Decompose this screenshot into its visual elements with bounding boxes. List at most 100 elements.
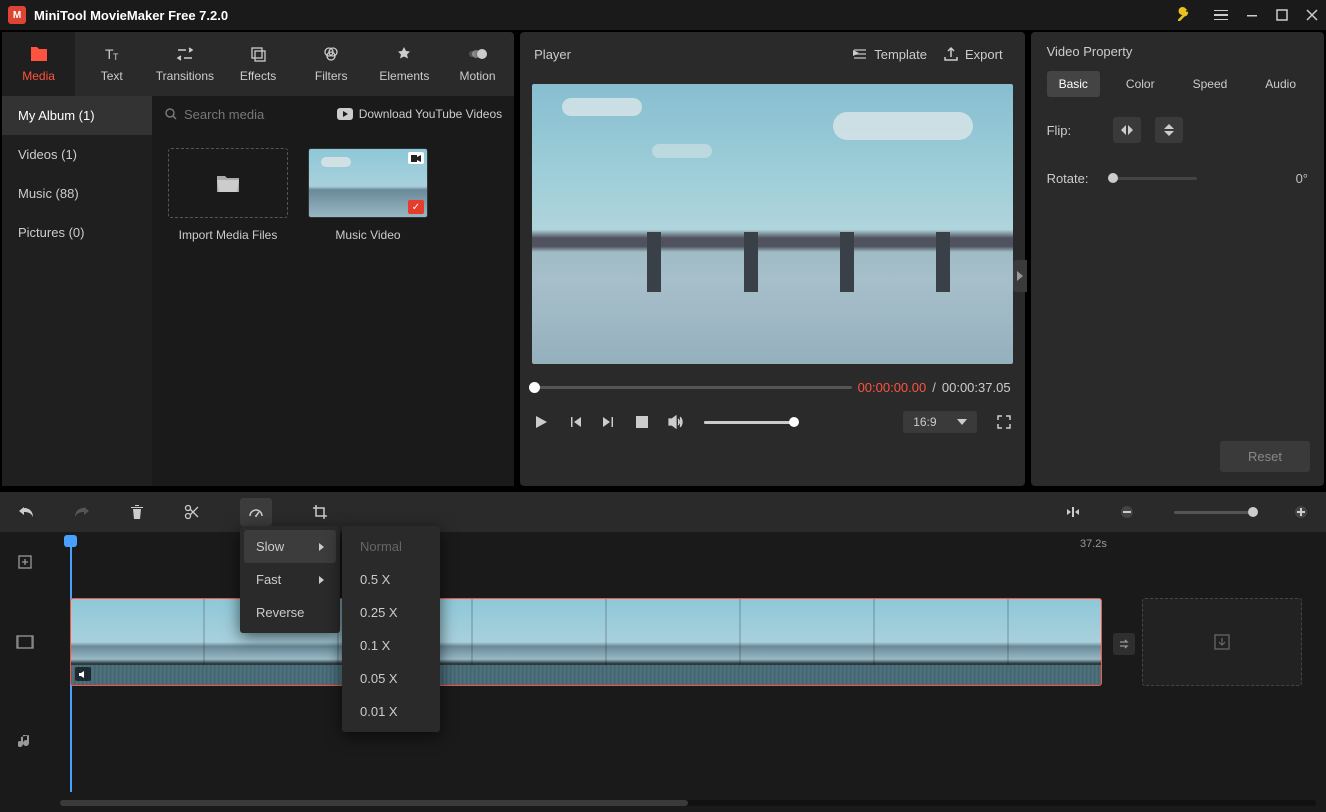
- download-youtube-button[interactable]: Download YouTube Videos: [337, 107, 502, 121]
- clip-audio-icon: [75, 667, 91, 681]
- zoom-slider[interactable]: [1174, 511, 1254, 514]
- tab-label: Text: [101, 69, 123, 83]
- reset-button[interactable]: Reset: [1220, 441, 1310, 472]
- template-button[interactable]: Template: [844, 42, 935, 66]
- export-icon: [943, 46, 959, 62]
- media-clip-item[interactable]: ✓ Music Video: [308, 148, 428, 242]
- search-icon: [164, 107, 178, 121]
- scrubber[interactable]: [534, 386, 851, 389]
- aspect-ratio-select[interactable]: 16:9: [903, 411, 976, 433]
- speed-menu-slow[interactable]: Slow: [244, 530, 336, 563]
- next-frame-button[interactable]: [602, 415, 616, 429]
- minimize-icon[interactable]: [1246, 9, 1258, 21]
- youtube-icon: [337, 108, 353, 120]
- speed-sub-normal[interactable]: Normal: [346, 530, 436, 563]
- vp-tab-audio[interactable]: Audio: [1253, 71, 1308, 97]
- delete-button[interactable]: [130, 504, 144, 520]
- transitions-icon: [175, 45, 195, 63]
- chevron-down-icon: [957, 419, 967, 425]
- volume-button[interactable]: [668, 415, 684, 429]
- play-button[interactable]: [534, 415, 548, 429]
- maximize-icon[interactable]: [1276, 9, 1288, 21]
- search-placeholder: Search media: [184, 107, 264, 122]
- tab-motion[interactable]: Motion: [441, 32, 514, 96]
- speed-menu-reverse[interactable]: Reverse: [244, 596, 336, 629]
- tab-label: Transitions: [156, 69, 214, 83]
- speed-button[interactable]: [240, 498, 272, 526]
- vp-tab-speed[interactable]: Speed: [1181, 71, 1240, 97]
- tab-label: Elements: [379, 69, 429, 83]
- property-title: Video Property: [1031, 32, 1324, 71]
- expand-panel-button[interactable]: [1013, 260, 1027, 292]
- speed-sub-005x[interactable]: 0.05 X: [346, 662, 436, 695]
- search-input[interactable]: Search media: [164, 107, 329, 122]
- folder-icon: [29, 45, 49, 63]
- media-clip-label: Music Video: [335, 228, 400, 242]
- close-icon[interactable]: [1306, 9, 1318, 21]
- chevron-right-icon: [319, 576, 324, 584]
- swap-icon: [1113, 633, 1135, 655]
- zoom-in-button[interactable]: [1294, 505, 1308, 519]
- media-panel: Media TT Text Transitions Effects: [2, 32, 514, 486]
- tab-transitions[interactable]: Transitions: [148, 32, 221, 96]
- motion-icon: [468, 45, 488, 63]
- timeline-clip[interactable]: [70, 598, 1102, 686]
- timeline-panel: 0s 37.2s: [0, 492, 1326, 812]
- export-button[interactable]: Export: [935, 42, 1011, 66]
- tab-effects[interactable]: Effects: [221, 32, 294, 96]
- sidebar-item-myalbum[interactable]: My Album (1): [2, 96, 152, 135]
- preview-viewport[interactable]: [532, 84, 1012, 364]
- import-media-label: Import Media Files: [179, 228, 278, 242]
- total-time: 00:00:37.05: [942, 380, 1011, 395]
- player-title: Player: [534, 47, 844, 62]
- rotate-slider[interactable]: [1113, 177, 1197, 180]
- effects-icon: [248, 45, 268, 63]
- volume-slider[interactable]: [704, 421, 794, 424]
- template-icon: [852, 46, 868, 62]
- crop-button[interactable]: [312, 504, 328, 520]
- prev-frame-button[interactable]: [568, 415, 582, 429]
- tab-text[interactable]: TT Text: [75, 32, 148, 96]
- sidebar-item-pictures[interactable]: Pictures (0): [2, 213, 152, 252]
- speed-sub-05x[interactable]: 0.5 X: [346, 563, 436, 596]
- import-media-item[interactable]: Import Media Files: [168, 148, 288, 242]
- property-panel: Video Property Basic Color Speed Audio F…: [1031, 32, 1324, 486]
- stop-button[interactable]: [636, 416, 648, 428]
- vp-tab-color[interactable]: Color: [1114, 71, 1167, 97]
- time-separator: /: [932, 380, 936, 395]
- ruler-tick-end: 37.2s: [1080, 538, 1107, 550]
- vp-tab-basic[interactable]: Basic: [1047, 71, 1100, 97]
- top-tabs: Media TT Text Transitions Effects: [2, 32, 514, 96]
- elements-icon: [394, 45, 414, 63]
- redo-button[interactable]: [74, 505, 90, 519]
- speed-menu-fast[interactable]: Fast: [244, 563, 336, 596]
- speed-sub-025x[interactable]: 0.25 X: [346, 596, 436, 629]
- current-time: 00:00:00.00: [858, 380, 927, 395]
- sidebar-item-videos[interactable]: Videos (1): [2, 135, 152, 174]
- titlebar: M MiniTool MovieMaker Free 7.2.0: [0, 0, 1326, 30]
- undo-button[interactable]: [18, 505, 34, 519]
- fit-button[interactable]: [1066, 505, 1080, 519]
- split-button[interactable]: [184, 504, 200, 520]
- tab-label: Media: [22, 69, 55, 83]
- flip-horizontal-button[interactable]: [1113, 117, 1141, 143]
- upgrade-key-icon[interactable]: [1176, 7, 1192, 23]
- drop-zone[interactable]: [1142, 598, 1302, 686]
- tab-filters[interactable]: Filters: [295, 32, 368, 96]
- download-youtube-label: Download YouTube Videos: [359, 107, 502, 121]
- fullscreen-button[interactable]: [997, 415, 1011, 429]
- speed-sub-01x[interactable]: 0.1 X: [346, 629, 436, 662]
- text-icon: TT: [102, 45, 122, 63]
- zoom-out-button[interactable]: [1120, 505, 1134, 519]
- tab-media[interactable]: Media: [2, 32, 75, 96]
- app-icon: M: [8, 6, 26, 24]
- flip-vertical-button[interactable]: [1155, 117, 1183, 143]
- timeline-scrollbar[interactable]: [60, 800, 1316, 806]
- app-title: MiniTool MovieMaker Free 7.2.0: [34, 8, 1176, 23]
- speed-sub-001x[interactable]: 0.01 X: [346, 695, 436, 728]
- svg-text:T: T: [113, 52, 119, 62]
- add-track-button[interactable]: [0, 532, 50, 592]
- tab-elements[interactable]: Elements: [368, 32, 441, 96]
- sidebar-item-music[interactable]: Music (88): [2, 174, 152, 213]
- menu-icon[interactable]: [1214, 10, 1228, 21]
